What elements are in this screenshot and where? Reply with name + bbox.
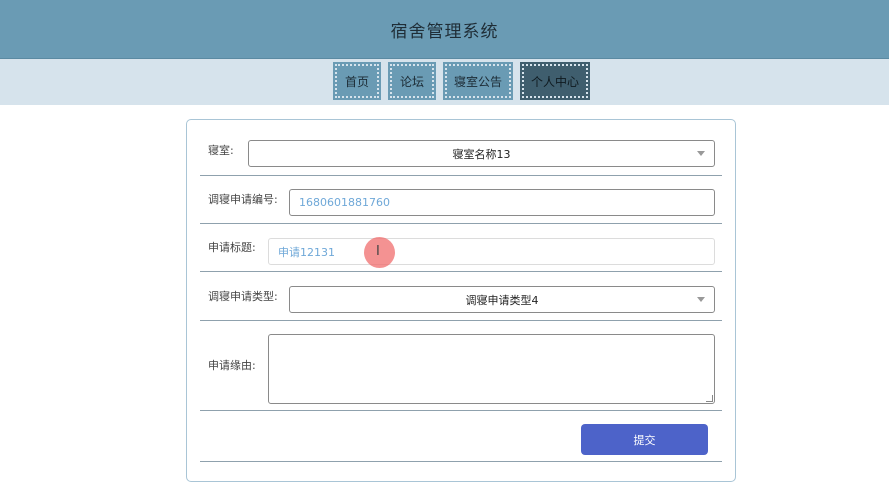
- app-header: 宿舍管理系统: [0, 0, 889, 59]
- text-cursor-icon: I: [376, 244, 380, 259]
- nav-item-dorm-notice[interactable]: 寝室公告: [445, 64, 511, 98]
- submit-button[interactable]: 提交: [581, 424, 708, 455]
- apply-type-label: 调寝申请类型:: [208, 290, 278, 303]
- row-divider: [200, 461, 722, 462]
- reason-label: 申请缘由:: [208, 359, 256, 372]
- row-divider: [200, 175, 722, 176]
- apply-type-select[interactable]: 调寝申请类型4: [289, 286, 715, 313]
- reason-textarea[interactable]: [268, 334, 715, 404]
- nav-bar: 首页 论坛 寝室公告 个人中心: [0, 59, 889, 105]
- nav-item-forum[interactable]: 论坛: [390, 64, 434, 98]
- apply-no-label: 调寝申请编号:: [208, 193, 278, 206]
- app-title: 宿舍管理系统: [390, 21, 499, 42]
- resize-handle-icon[interactable]: [706, 395, 713, 402]
- apply-title-label: 申请标题:: [208, 241, 256, 254]
- row-divider: [200, 271, 722, 272]
- dorm-select-value: 寝室名称13: [452, 147, 511, 161]
- apply-no-input[interactable]: 1680601881760: [289, 189, 715, 216]
- chevron-down-icon: [697, 151, 705, 156]
- apply-title-input[interactable]: 申请12131: [268, 238, 715, 265]
- row-divider: [200, 320, 722, 321]
- nav-item-personal-center[interactable]: 个人中心: [522, 64, 588, 98]
- nav-item-home[interactable]: 首页: [335, 64, 379, 98]
- row-divider: [200, 410, 722, 411]
- chevron-down-icon: [697, 297, 705, 302]
- dorm-label: 寝室:: [208, 144, 234, 157]
- apply-type-select-value: 调寝申请类型4: [465, 293, 539, 307]
- row-divider: [200, 223, 722, 224]
- dorm-select[interactable]: 寝室名称13: [248, 140, 715, 167]
